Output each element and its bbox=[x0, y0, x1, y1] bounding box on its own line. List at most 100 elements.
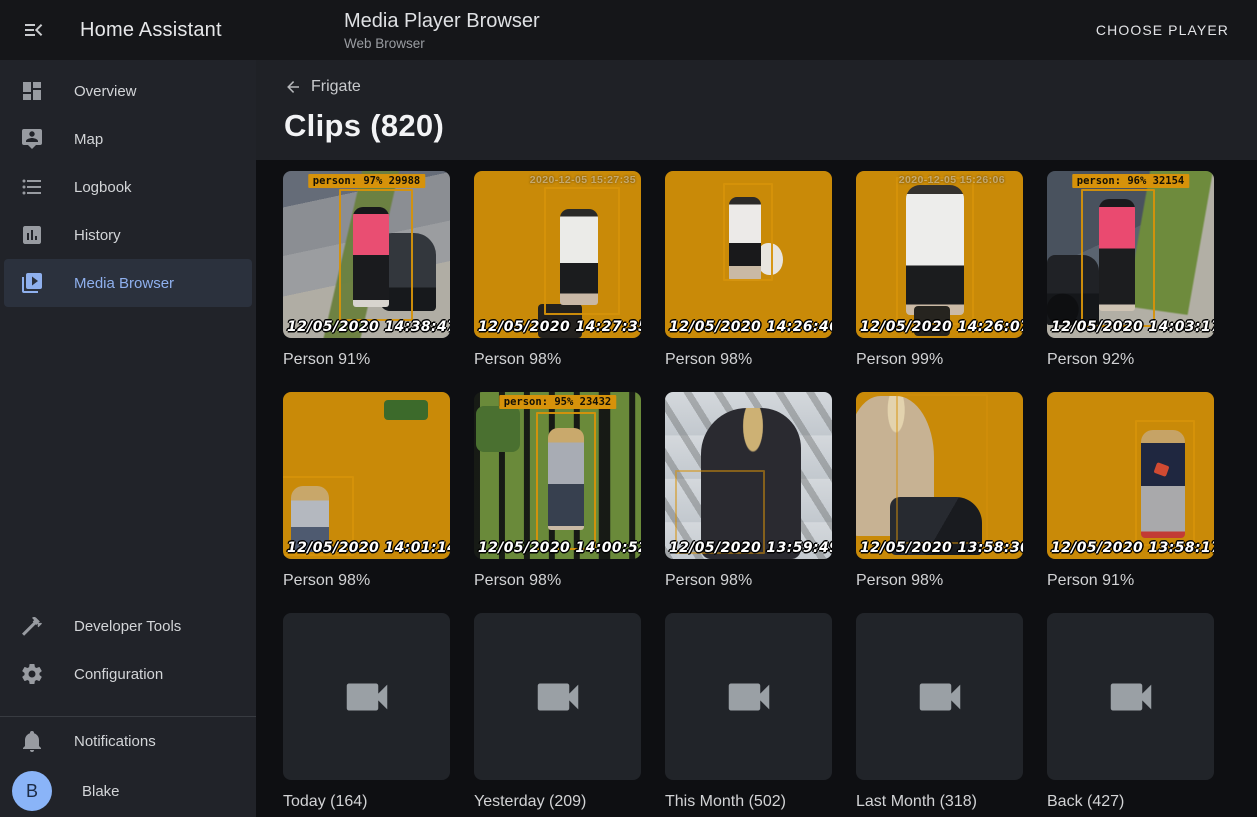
map-icon bbox=[20, 127, 44, 151]
detection-bounding-box bbox=[544, 187, 620, 315]
clip-thumbnail: 2020-12-05 15:27:35 12/05/2020 14:27:35 bbox=[474, 171, 641, 338]
clip-tile[interactable]: 12/05/2020 13:58:17 Person 91% bbox=[1047, 392, 1214, 590]
sidebar-item-label: Configuration bbox=[74, 666, 163, 683]
folder-tile-last-month[interactable]: Last Month (318) bbox=[856, 613, 1023, 811]
clip-tile[interactable]: person: 95% 23432 12/05/2020 14:00:52 Pe… bbox=[474, 392, 641, 590]
clip-thumbnail: person: 96% 32154 12/05/2020 14:03:17 bbox=[1047, 171, 1214, 338]
video-icon bbox=[531, 670, 585, 724]
panel-subtitle: Web Browser bbox=[344, 36, 540, 51]
sidebar-item-history[interactable]: History bbox=[4, 211, 252, 259]
osd-timestamp: 2020-12-05 15:27:35 bbox=[530, 174, 636, 186]
clip-timestamp: 12/05/2020 14:00:52 bbox=[478, 540, 641, 556]
clip-tile[interactable]: person: 97% 29988 12/05/2020 14:38:47 Pe… bbox=[283, 171, 450, 369]
sidebar-spacer bbox=[0, 307, 256, 602]
sidebar-item-label: Developer Tools bbox=[74, 618, 181, 635]
folder-thumbnail bbox=[283, 613, 450, 780]
dashboard-icon bbox=[20, 79, 44, 103]
clip-thumbnail: 12/05/2020 14:01:14 bbox=[283, 392, 450, 559]
detection-bounding-box bbox=[1135, 420, 1195, 546]
detection-bounding-box bbox=[536, 412, 596, 550]
video-icon bbox=[1104, 670, 1158, 724]
clip-tile[interactable]: 12/05/2020 14:01:14 Person 98% bbox=[283, 392, 450, 590]
user-name: Blake bbox=[82, 783, 120, 800]
clip-tile[interactable]: 12/05/2020 13:59:49 Person 98% bbox=[665, 392, 832, 590]
content-header: Frigate Clips (820) bbox=[256, 60, 1257, 160]
sidebar: Overview Map Logbook History bbox=[0, 60, 256, 817]
panel-titles: Media Player Browser Web Browser bbox=[344, 10, 540, 51]
sidebar-item-media-browser[interactable]: Media Browser bbox=[4, 259, 252, 307]
hammer-icon bbox=[20, 614, 44, 638]
folder-thumbnail bbox=[1047, 613, 1214, 780]
clip-tile[interactable]: person: 96% 32154 12/05/2020 14:03:17 Pe… bbox=[1047, 171, 1214, 369]
sidebar-item-label: History bbox=[74, 227, 121, 244]
osd-timestamp: 2020-12-05 15:26:06 bbox=[899, 174, 1005, 186]
clip-thumbnail: 12/05/2020 14:26:46 bbox=[665, 171, 832, 338]
folder-tile-yesterday[interactable]: Yesterday (209) bbox=[474, 613, 641, 811]
video-icon bbox=[722, 670, 776, 724]
folder-caption: Back (427) bbox=[1047, 792, 1214, 811]
sidebar-toggle-button[interactable] bbox=[20, 16, 48, 44]
clip-thumbnail: person: 95% 23432 12/05/2020 14:00:52 bbox=[474, 392, 641, 559]
clip-timestamp: 12/05/2020 14:01:14 bbox=[287, 540, 450, 556]
topbar-left: Home Assistant bbox=[0, 0, 256, 60]
sidebar-item-configuration[interactable]: Configuration bbox=[4, 650, 252, 698]
app-topbar: Home Assistant Media Player Browser Web … bbox=[0, 0, 1257, 60]
body-row: Overview Map Logbook History bbox=[0, 60, 1257, 817]
clip-caption: Person 91% bbox=[1047, 571, 1214, 590]
clip-tile[interactable]: 2020-12-05 15:27:35 12/05/2020 14:27:35 … bbox=[474, 171, 641, 369]
clip-thumbnail: person: 97% 29988 12/05/2020 14:38:47 bbox=[283, 171, 450, 338]
clip-timestamp: 12/05/2020 14:38:47 bbox=[287, 319, 450, 335]
clip-tile[interactable]: 2020-12-05 15:26:06 12/05/2020 14:26:07 … bbox=[856, 171, 1023, 369]
page-title: Clips (820) bbox=[284, 108, 1257, 144]
clip-caption: Person 98% bbox=[474, 571, 641, 590]
detection-bounding-box bbox=[896, 394, 988, 544]
clip-timestamp: 12/05/2020 13:58:17 bbox=[1051, 540, 1214, 556]
breadcrumb-back[interactable]: Frigate bbox=[284, 78, 361, 96]
panel-title: Media Player Browser bbox=[344, 10, 540, 33]
avatar: B bbox=[12, 771, 52, 811]
clip-caption: Person 98% bbox=[665, 350, 832, 369]
sidebar-item-profile[interactable]: B Blake bbox=[4, 767, 252, 815]
clip-caption: Person 98% bbox=[856, 571, 1023, 590]
media-browser-content: Frigate Clips (820) person: 97% 29988 12… bbox=[256, 60, 1257, 817]
clip-caption: Person 98% bbox=[474, 350, 641, 369]
sidebar-item-map[interactable]: Map bbox=[4, 115, 252, 163]
folder-thumbnail bbox=[474, 613, 641, 780]
video-icon bbox=[340, 670, 394, 724]
clips-grid: person: 97% 29988 12/05/2020 14:38:47 Pe… bbox=[256, 160, 1257, 817]
clip-tile[interactable]: 12/05/2020 14:26:46 Person 98% bbox=[665, 171, 832, 369]
folder-tile-back[interactable]: Back (427) bbox=[1047, 613, 1214, 811]
detection-label: person: 97% 29988 bbox=[308, 174, 425, 188]
clip-caption: Person 98% bbox=[665, 571, 832, 590]
clip-thumbnail: 12/05/2020 13:59:49 bbox=[665, 392, 832, 559]
sidebar-item-logbook[interactable]: Logbook bbox=[4, 163, 252, 211]
folder-caption: Today (164) bbox=[283, 792, 450, 811]
sidebar-item-notifications[interactable]: Notifications bbox=[4, 717, 252, 765]
video-icon bbox=[913, 670, 967, 724]
clip-thumbnail: 12/05/2020 13:58:17 bbox=[1047, 392, 1214, 559]
folder-thumbnail bbox=[665, 613, 832, 780]
clip-timestamp: 12/05/2020 14:03:17 bbox=[1051, 319, 1214, 335]
folder-tile-this-month[interactable]: This Month (502) bbox=[665, 613, 832, 811]
home-assistant-app: Home Assistant Media Player Browser Web … bbox=[0, 0, 1257, 817]
sidebar-item-label: Logbook bbox=[74, 179, 132, 196]
detection-bounding-box bbox=[723, 183, 773, 281]
sidebar-item-developer-tools[interactable]: Developer Tools bbox=[4, 602, 252, 650]
folder-caption: This Month (502) bbox=[665, 792, 832, 811]
sidebar-item-label: Overview bbox=[74, 83, 137, 100]
media-browser-icon bbox=[20, 271, 44, 295]
detection-label: person: 95% 23432 bbox=[499, 395, 616, 409]
clip-caption: Person 92% bbox=[1047, 350, 1214, 369]
history-icon bbox=[20, 223, 44, 247]
folder-tile-today[interactable]: Today (164) bbox=[283, 613, 450, 811]
app-title: Home Assistant bbox=[80, 19, 222, 42]
arrow-left-icon bbox=[284, 78, 302, 96]
clip-tile[interactable]: 12/05/2020 13:58:30 Person 98% bbox=[856, 392, 1023, 590]
clip-timestamp: 12/05/2020 14:27:35 bbox=[478, 319, 641, 335]
choose-player-button[interactable]: CHOOSE PLAYER bbox=[1088, 14, 1237, 46]
folder-thumbnail bbox=[856, 613, 1023, 780]
detection-bounding-box bbox=[339, 189, 413, 321]
sidebar-item-overview[interactable]: Overview bbox=[4, 67, 252, 115]
topbar-main: Media Player Browser Web Browser CHOOSE … bbox=[256, 0, 1257, 60]
sidebar-item-label: Notifications bbox=[74, 733, 156, 750]
